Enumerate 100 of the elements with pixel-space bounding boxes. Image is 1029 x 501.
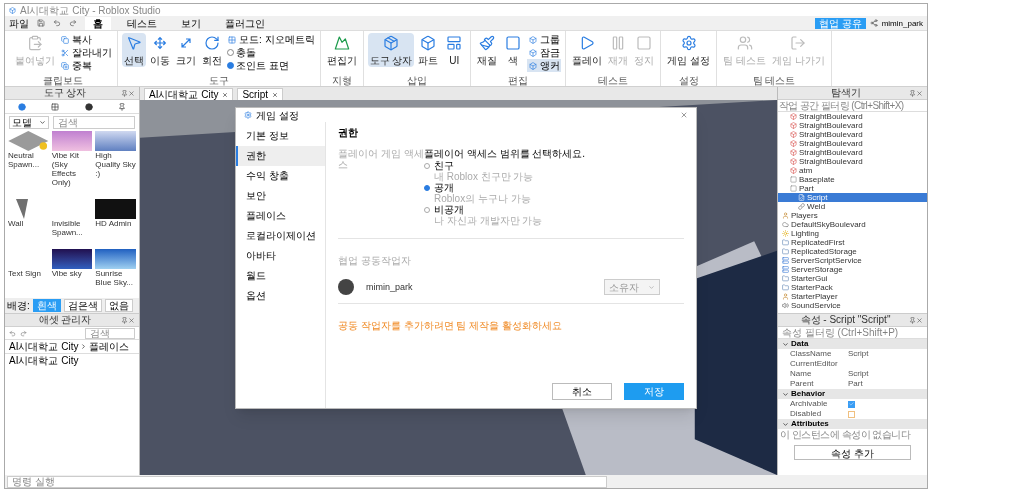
- tree-item[interactable]: Weld: [778, 202, 927, 211]
- tree-item[interactable]: ReplicatedFirst: [778, 238, 927, 247]
- close-icon[interactable]: [128, 316, 135, 324]
- pin-icon[interactable]: [909, 316, 916, 324]
- asset-name[interactable]: Text Sign: [8, 269, 49, 278]
- asset-name[interactable]: Wall: [8, 219, 49, 228]
- ribbon-button[interactable]: 편집기: [324, 33, 359, 67]
- close-icon[interactable]: [128, 89, 135, 97]
- small-ribbon-button[interactable]: 복사: [59, 33, 113, 46]
- redo-icon[interactable]: [69, 19, 77, 27]
- property-value[interactable]: Script: [848, 369, 869, 379]
- filter-field[interactable]: 작업 공간 필터링 (Ctrl+Shift+X): [778, 100, 927, 112]
- ribbon-button[interactable]: 선택: [122, 33, 146, 67]
- add-attribute-button[interactable]: 속성 추가: [794, 445, 911, 460]
- tree-item[interactable]: ServerStorage: [778, 265, 927, 274]
- document-tab[interactable]: AI시대학교 City: [144, 88, 234, 100]
- tree-item[interactable]: ReplicatedStorage: [778, 247, 927, 256]
- asset-row[interactable]: AI시대학교 City: [5, 354, 139, 367]
- radio-option[interactable]: 공개: [424, 182, 586, 193]
- settings-nav-item[interactable]: 옵션: [236, 286, 325, 306]
- tree-item[interactable]: atm: [778, 166, 927, 175]
- section-header[interactable]: Attributes: [778, 419, 927, 429]
- small-ribbon-button[interactable]: 잘라내기: [59, 46, 113, 59]
- ribbon-button[interactable]: UI: [442, 33, 467, 67]
- tree-item[interactable]: StraightBoulevard: [778, 148, 927, 157]
- forward-icon[interactable]: [20, 329, 27, 337]
- ribbon-button[interactable]: 재질: [475, 33, 500, 67]
- ribbon-button[interactable]: 파트: [416, 33, 441, 67]
- settings-nav-item[interactable]: 플레이스: [236, 206, 325, 226]
- tree-item[interactable]: Baseplate: [778, 175, 927, 184]
- command-field[interactable]: 명령 실행: [7, 475, 607, 488]
- undo-icon[interactable]: [53, 19, 61, 27]
- asset-name[interactable]: Neutral Spawn...: [8, 151, 49, 169]
- tree-item[interactable]: Part: [778, 184, 927, 193]
- settings-nav-item[interactable]: 수익 창출: [236, 166, 325, 186]
- tree-item[interactable]: SoundService: [778, 301, 927, 310]
- share-icon[interactable]: [869, 19, 878, 27]
- breadcrumb-link[interactable]: AI시대학교 City: [9, 341, 79, 352]
- pin-icon[interactable]: [118, 102, 127, 111]
- pin-icon[interactable]: [121, 316, 128, 324]
- ribbon-button[interactable]: 이동: [148, 33, 172, 67]
- close-icon[interactable]: [916, 316, 923, 324]
- checkbox[interactable]: [848, 410, 855, 418]
- small-ribbon-button[interactable]: 중복: [59, 59, 113, 72]
- breadcrumb-link[interactable]: 플레이스: [89, 341, 130, 352]
- circle-icon[interactable]: [84, 102, 93, 111]
- tree-item[interactable]: StraightBoulevard: [778, 157, 927, 166]
- thumbnail-image[interactable]: [95, 249, 136, 269]
- settings-nav-item[interactable]: 아바타: [236, 246, 325, 266]
- ribbon-button[interactable]: 게임 설정: [665, 33, 713, 67]
- thumbnail-image[interactable]: [51, 131, 93, 151]
- asset-name[interactable]: Vibe Kit (Sky Effects Only): [51, 151, 93, 187]
- settings-nav-item[interactable]: 월드: [236, 266, 325, 286]
- property-value[interactable]: Part: [848, 379, 863, 389]
- menu-tab[interactable]: 테스트: [119, 16, 165, 30]
- ribbon-button[interactable]: 도구 상자: [367, 33, 415, 67]
- close-icon[interactable]: [680, 111, 688, 119]
- settings-nav-item[interactable]: 권한: [236, 146, 325, 166]
- checkbox-option[interactable]: 조인트 표면: [226, 59, 316, 72]
- tree-item[interactable]: StraightBoulevard: [778, 139, 927, 148]
- settings-nav-item[interactable]: 기본 정보: [236, 126, 325, 146]
- user-name[interactable]: mimin_park: [881, 17, 923, 29]
- tree-item[interactable]: Lighting: [778, 229, 927, 238]
- checkbox[interactable]: [848, 400, 855, 408]
- background-option[interactable]: 검은색: [63, 299, 102, 312]
- search-field[interactable]: 검색: [85, 327, 135, 339]
- section-header[interactable]: Behavior: [778, 389, 927, 399]
- tree-item[interactable]: StarterPack: [778, 283, 927, 292]
- save-icon[interactable]: [37, 19, 45, 27]
- menu-tab[interactable]: 플러그인: [217, 16, 273, 30]
- grid-icon[interactable]: [51, 102, 60, 111]
- asset-name[interactable]: High Quality Sky :): [95, 151, 136, 178]
- thumbnail-image[interactable]: [51, 249, 93, 269]
- file-menu[interactable]: 파일: [9, 17, 29, 29]
- pin-icon[interactable]: [121, 89, 128, 97]
- category-dropdown[interactable]: 모델: [9, 116, 49, 129]
- checkbox-option[interactable]: 충돌: [226, 46, 316, 59]
- document-tab[interactable]: Script: [237, 88, 283, 100]
- small-ribbon-button[interactable]: 잠금: [527, 46, 562, 59]
- asset-name[interactable]: HD Admin: [95, 219, 136, 228]
- cancel-button[interactable]: 취소: [552, 383, 612, 400]
- radio-option[interactable]: 친구: [424, 160, 586, 171]
- settings-nav-item[interactable]: 로컬라이제이션: [236, 226, 325, 246]
- ribbon-button[interactable]: 플레이: [570, 33, 605, 67]
- tree-item[interactable]: StraightBoulevard: [778, 130, 927, 139]
- search-field[interactable]: 검색: [53, 116, 135, 129]
- tree-item[interactable]: StarterPlayer: [778, 292, 927, 301]
- tree-item[interactable]: ServerScriptService: [778, 256, 927, 265]
- menu-tab[interactable]: 홈: [85, 16, 111, 30]
- thumbnail-image[interactable]: [95, 131, 136, 151]
- thumbnail-image[interactable]: [95, 199, 136, 219]
- background-option[interactable]: 없음: [104, 299, 133, 312]
- asset-name[interactable]: Vibe sky: [51, 269, 93, 278]
- small-ribbon-button[interactable]: 모드: 지오메트릭: [226, 33, 316, 46]
- property-value[interactable]: Script: [848, 349, 869, 359]
- ribbon-button[interactable]: 색: [501, 33, 526, 67]
- ribbon-button[interactable]: 회전: [200, 33, 224, 67]
- wall-drawing[interactable]: [16, 199, 28, 219]
- close-icon[interactable]: [916, 89, 923, 97]
- tree-item[interactable]: StraightBoulevard: [778, 121, 927, 130]
